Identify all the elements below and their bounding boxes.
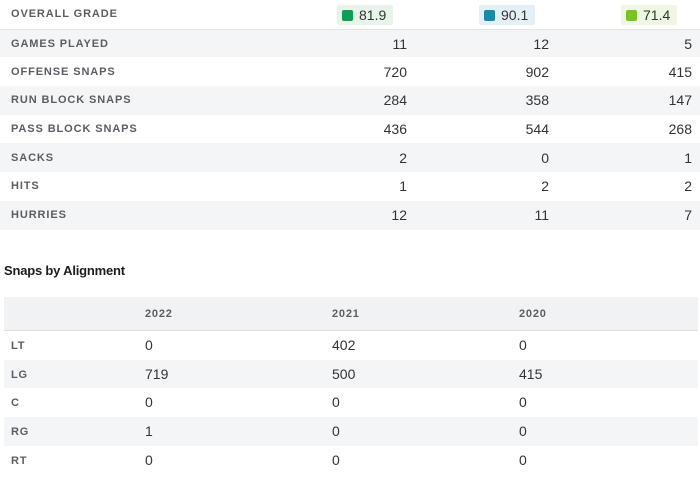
stats-cell: 12 (533, 35, 549, 52)
stats-row-label: PASS BLOCK SNAPS (11, 123, 138, 136)
alignment-cell: 719 (145, 365, 169, 382)
stats-row-offense-snaps: OFFENSE SNAPS 720 902 415 (0, 57, 700, 86)
grade-value: 71.4 (643, 7, 671, 23)
alignment-table-header: 2022 2021 2020 (4, 297, 698, 331)
stats-cell: 11 (534, 207, 549, 224)
stats-row-label: SACKS (11, 151, 55, 164)
grade-color-swatch (342, 9, 353, 21)
stats-row-sacks: SACKS 2 0 1 (0, 143, 700, 173)
alignment-row-label: RG (11, 426, 30, 439)
alignment-cell: 0 (519, 451, 527, 468)
stats-row-label: HITS (11, 180, 40, 193)
stats-cell: 284 (383, 92, 407, 109)
stats-cell: 720 (383, 63, 407, 80)
alignment-row-c: C 0 0 0 (4, 388, 698, 417)
alignment-cell: 0 (332, 451, 340, 468)
season-stats-table: OVERALL GRADE 81.9 90.1 71.4 GAMES PLAYE… (0, 0, 700, 230)
alignment-cell: 1 (145, 423, 153, 440)
stats-row-label: RUN BLOCK SNAPS (11, 94, 132, 107)
stats-cell: 2 (684, 178, 692, 195)
alignment-row-lg: LG 719 500 415 (4, 359, 698, 389)
column-header-year[interactable]: 2022 (145, 308, 173, 320)
stats-cell: 7 (684, 207, 692, 224)
stats-cell: 1 (684, 149, 692, 166)
stats-cell: 0 (541, 149, 549, 166)
stats-cell: 1 (399, 178, 407, 195)
column-header-year[interactable]: 2020 (519, 308, 547, 320)
grade-color-swatch (484, 9, 495, 21)
stats-cell: 2 (541, 178, 549, 195)
alignment-row-lt: LT 0 402 0 (4, 331, 698, 360)
stats-row-games-played: GAMES PLAYED 11 12 5 (0, 28, 700, 58)
alignment-cell: 0 (145, 394, 153, 411)
stats-row-pass-block-snaps: PASS BLOCK SNAPS 436 544 268 (0, 115, 700, 144)
grade-value: 81.9 (359, 7, 387, 23)
stats-cell: 268 (668, 121, 692, 138)
stats-row-hits: HITS 1 2 2 (0, 172, 700, 201)
alignment-row-label: LG (11, 368, 28, 381)
stats-cell: 415 (668, 63, 692, 80)
grade-badge: 90.1 (479, 5, 536, 25)
stats-cell: 544 (525, 121, 549, 138)
alignment-row-label: LT (11, 340, 26, 352)
alignment-cell: 0 (519, 394, 527, 411)
alignment-cell: 402 (332, 337, 356, 353)
stats-row-overall-grade: OVERALL GRADE 81.9 90.1 71.4 (0, 0, 700, 29)
stats-cell: 5 (684, 35, 692, 52)
stats-cell: 2 (399, 149, 407, 166)
stats-cell: 358 (525, 92, 549, 109)
alignment-cell: 0 (145, 451, 153, 468)
alignment-table: 2022 2021 2020 LT 0 402 0 LG 719 500 415… (4, 297, 698, 474)
stats-row-label: OFFENSE SNAPS (11, 65, 116, 78)
stats-row-hurries: HURRIES 12 11 7 (0, 200, 700, 230)
stats-row-label: OVERALL GRADE (11, 8, 118, 21)
alignment-row-label: C (11, 397, 20, 410)
grade-value: 90.1 (501, 7, 529, 23)
stats-cell: 902 (525, 63, 549, 80)
stats-cell: 147 (668, 92, 692, 109)
grade-color-swatch (626, 9, 637, 21)
section-title-snaps-by-alignment: Snaps by Alignment (4, 263, 125, 278)
stats-row-run-block-snaps: RUN BLOCK SNAPS 284 358 147 (0, 86, 700, 115)
alignment-cell: 415 (519, 365, 543, 382)
alignment-row-rt: RT 0 0 0 (4, 446, 698, 475)
alignment-cell: 0 (332, 394, 340, 411)
grade-badge: 81.9 (337, 5, 394, 25)
alignment-row-label: RT (11, 454, 28, 467)
alignment-cell: 500 (332, 365, 356, 382)
column-header-year[interactable]: 2021 (332, 308, 360, 320)
grade-badge: 71.4 (621, 5, 678, 25)
alignment-cell: 0 (519, 337, 527, 353)
alignment-cell: 0 (519, 423, 527, 440)
alignment-row-rg: RG 1 0 0 (4, 417, 698, 446)
stats-cell: 436 (383, 121, 407, 138)
stats-cell: 12 (391, 207, 407, 224)
alignment-cell: 0 (332, 423, 340, 440)
alignment-cell: 0 (145, 337, 153, 353)
stats-cell: 11 (392, 35, 407, 52)
stats-row-label: GAMES PLAYED (11, 37, 109, 50)
stats-row-label: HURRIES (11, 209, 67, 222)
